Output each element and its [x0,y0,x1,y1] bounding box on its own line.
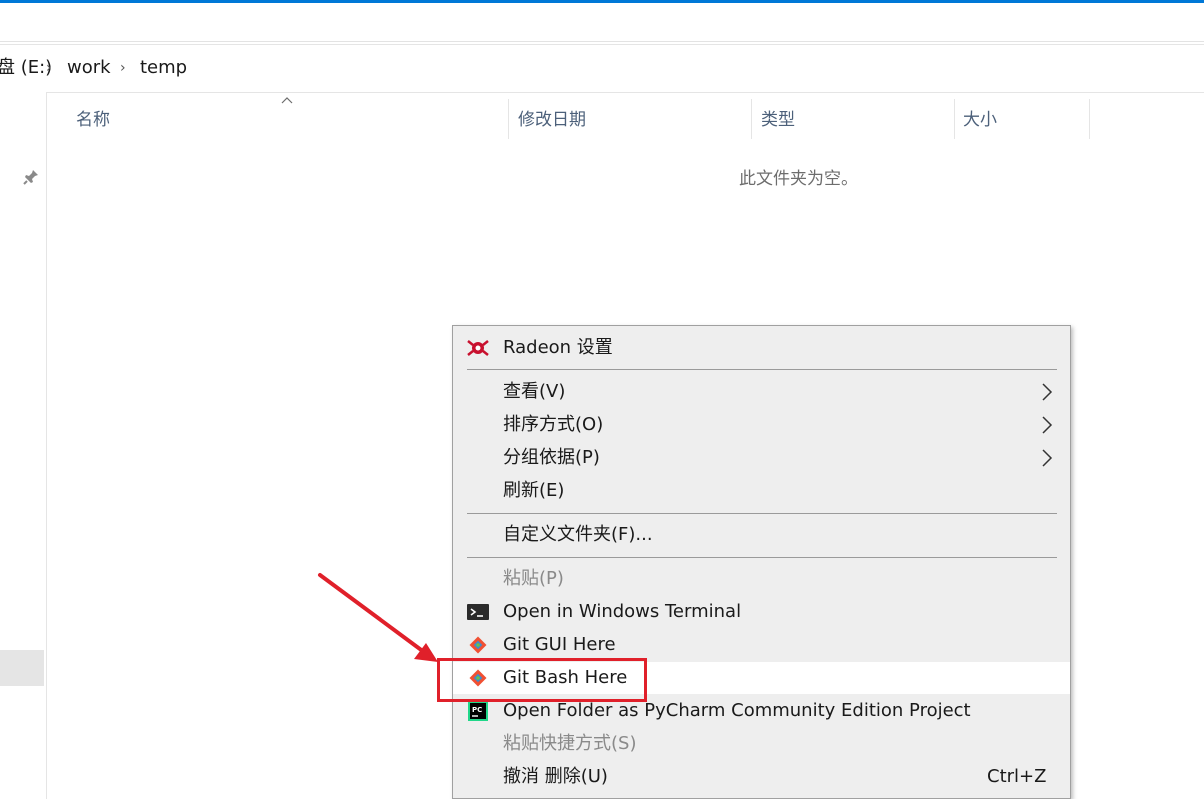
radeon-icon [467,340,489,356]
menu-item-label: Open in Windows Terminal [503,601,742,622]
menu-item-label: Git GUI Here [503,634,616,655]
menu-item-paste-shortcut[interactable]: 粘贴快捷方式(S) [453,728,1070,760]
column-header-name[interactable]: 名称 [76,108,110,132]
menu-item-group-by[interactable]: 分组依据(P) [453,442,1070,474]
menu-item-sort-by[interactable]: 排序方式(O) [453,409,1070,441]
chevron-right-icon [1042,449,1053,467]
menu-item-git-gui-here[interactable]: Git GUI Here [453,629,1070,661]
menu-item-label: 撤消 删除(U) [503,766,608,787]
menu-item-label: Radeon 设置 [503,337,613,358]
navigation-selected-item[interactable] [0,650,44,686]
column-divider[interactable] [954,99,955,139]
column-header-size[interactable]: 大小 [963,108,997,132]
empty-folder-message: 此文件夹为空。 [739,169,858,189]
menu-item-customize-folder[interactable]: 自定义文件夹(F)... [453,519,1070,551]
menu-separator [467,513,1057,514]
git-icon [469,636,487,654]
breadcrumb-temp[interactable]: temp [140,57,187,79]
column-divider[interactable] [508,99,509,139]
pin-icon[interactable] [22,168,40,186]
terminal-icon [467,604,489,620]
menu-item-paste[interactable]: 粘贴(P) [453,563,1070,595]
menu-item-label: 粘贴(P) [503,568,564,589]
pycharm-icon: PC [468,701,488,721]
breadcrumb-separator-icon[interactable]: › [120,57,126,79]
menu-item-open-windows-terminal[interactable]: Open in Windows Terminal [453,596,1070,628]
column-divider[interactable] [751,99,752,139]
menu-item-label: 排序方式(O) [503,414,604,435]
menu-item-label: 自定义文件夹(F)... [503,524,653,545]
menu-item-label: 粘贴快捷方式(S) [503,733,637,754]
column-header-type[interactable]: 类型 [761,108,795,132]
annotation-arrow-icon [318,573,438,662]
menu-item-view[interactable]: 查看(V) [453,376,1070,408]
menu-item-open-pycharm-project[interactable]: PC Open Folder as PyCharm Community Edit… [453,695,1070,727]
menu-item-label: 分组依据(P) [503,447,600,468]
chevron-right-icon [1042,416,1053,434]
menu-item-undo-delete[interactable]: 撤消 删除(U) Ctrl+Z [453,761,1070,793]
menu-item-label: 查看(V) [503,381,566,402]
svg-text:PC: PC [472,706,482,714]
chevron-right-icon [1042,383,1053,401]
navigation-pane [0,92,47,799]
menu-item-shortcut: Ctrl+Z [987,766,1047,787]
menu-item-git-bash-here[interactable]: Git Bash Here [453,662,1070,694]
menu-item-radeon-settings[interactable]: Radeon 设置 [453,332,1070,364]
menu-item-refresh[interactable]: 刷新(E) [453,475,1070,507]
column-divider[interactable] [1089,99,1090,139]
breadcrumb-work[interactable]: work [67,57,111,79]
menu-item-label: Open Folder as PyCharm Community Edition… [503,700,971,721]
git-icon [469,669,487,687]
menu-separator [467,369,1057,370]
address-bar[interactable]: 盘 (E:) › work › temp [0,44,1204,93]
menu-item-label: Git Bash Here [503,667,628,688]
column-header-modified[interactable]: 修改日期 [518,108,586,132]
breadcrumb-drive[interactable]: 盘 (E:) [0,57,52,79]
context-menu: Radeon 设置 查看(V) 排序方式(O) 分组依据(P) 刷新(E) 自定… [452,325,1071,799]
sort-ascending-icon [281,97,293,104]
breadcrumb-separator-icon[interactable]: › [46,57,52,79]
menu-item-label: 刷新(E) [503,480,565,501]
ribbon-strip [0,3,1204,42]
menu-separator [467,557,1057,558]
